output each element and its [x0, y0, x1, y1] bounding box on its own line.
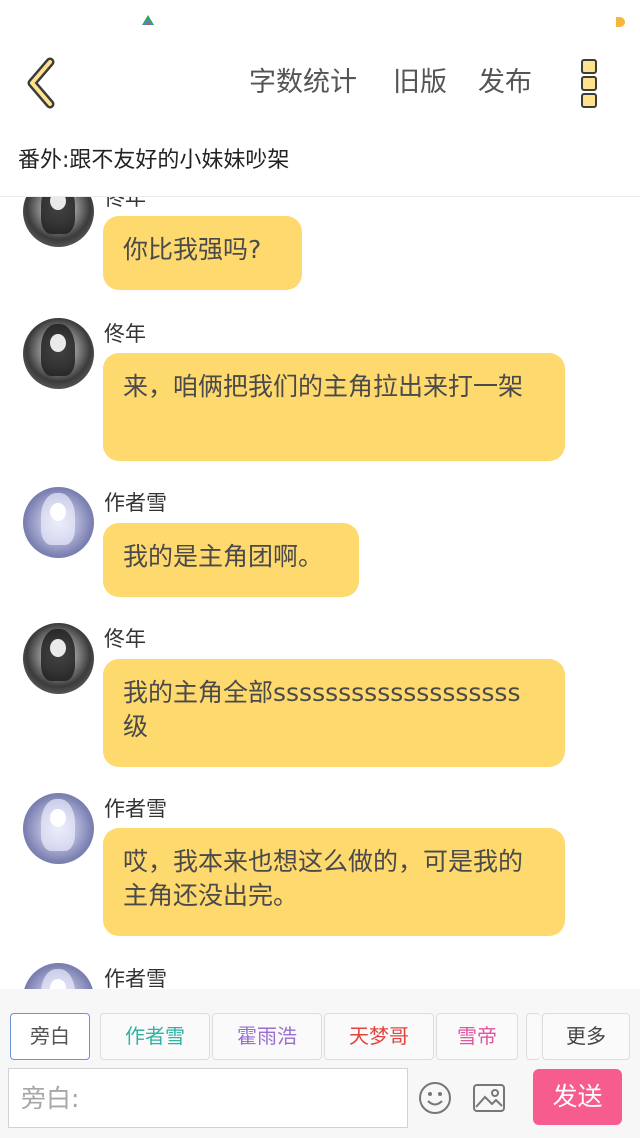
- chapter-title: 番外:跟不友好的小妹妹吵架: [18, 148, 290, 173]
- status-bar: [0, 0, 640, 44]
- image-icon[interactable]: [472, 1082, 506, 1114]
- app-notification-icon: [142, 15, 154, 25]
- message-bubble[interactable]: 我的是主角团啊。: [103, 523, 359, 597]
- back-button[interactable]: [22, 56, 66, 110]
- emoji-icon[interactable]: [418, 1081, 452, 1115]
- role-chip-tianmeng[interactable]: 天梦哥: [324, 1013, 434, 1060]
- battery-icon: [616, 17, 625, 27]
- more-menu-button[interactable]: [574, 56, 604, 112]
- role-selector-bar: 旁白 作者雪 霍雨浩 天梦哥 雪帝 更多: [0, 989, 640, 1065]
- sender-name: 佟年: [104, 197, 146, 210]
- message-input[interactable]: [8, 1068, 408, 1128]
- sender-name: 作者雪: [104, 797, 167, 821]
- avatar[interactable]: [23, 318, 94, 389]
- message-bubble[interactable]: 来，咱俩把我们的主角拉出来打一架: [103, 353, 565, 461]
- message-bubble[interactable]: 你比我强吗?: [103, 216, 302, 290]
- avatar[interactable]: [23, 487, 94, 558]
- chevron-left-icon: [27, 57, 55, 109]
- avatar[interactable]: [23, 793, 94, 864]
- avatar[interactable]: [23, 623, 94, 694]
- sender-name: 作者雪: [104, 491, 167, 515]
- sender-name: 佟年: [104, 322, 146, 346]
- chat-list[interactable]: 佟年 你比我强吗? 佟年 来，咱俩把我们的主角拉出来打一架 作者雪 我的是主角团…: [0, 197, 640, 989]
- send-button[interactable]: 发送: [533, 1069, 622, 1125]
- publish-button[interactable]: 发布: [478, 64, 532, 102]
- more-roles-button[interactable]: 更多: [542, 1013, 630, 1060]
- chapter-title-bar: 番外:跟不友好的小妹妹吵架: [0, 122, 640, 197]
- word-count-button[interactable]: 字数统计: [249, 64, 357, 102]
- role-chip-author[interactable]: 作者雪: [100, 1013, 210, 1060]
- composer: 发送: [0, 1065, 640, 1138]
- role-chip-huo-yuhao[interactable]: 霍雨浩: [212, 1013, 322, 1060]
- avatar[interactable]: [23, 197, 94, 247]
- sender-name: 佟年: [104, 627, 146, 651]
- old-version-button[interactable]: 旧版: [393, 64, 447, 102]
- role-chip-xuedi[interactable]: 雪帝: [436, 1013, 518, 1060]
- role-chip-narrator[interactable]: 旁白: [10, 1013, 90, 1060]
- avatar[interactable]: [23, 963, 94, 989]
- sender-name: 作者雪: [104, 967, 167, 989]
- message-bubble[interactable]: 我的主角全部sssssssssssssssssss级: [103, 659, 565, 767]
- message-bubble[interactable]: 哎，我本来也想这么做的，可是我的主角还没出完。: [103, 828, 565, 936]
- role-chip-partial: [526, 1013, 540, 1060]
- top-bar: 字数统计 旧版 发布: [0, 44, 640, 122]
